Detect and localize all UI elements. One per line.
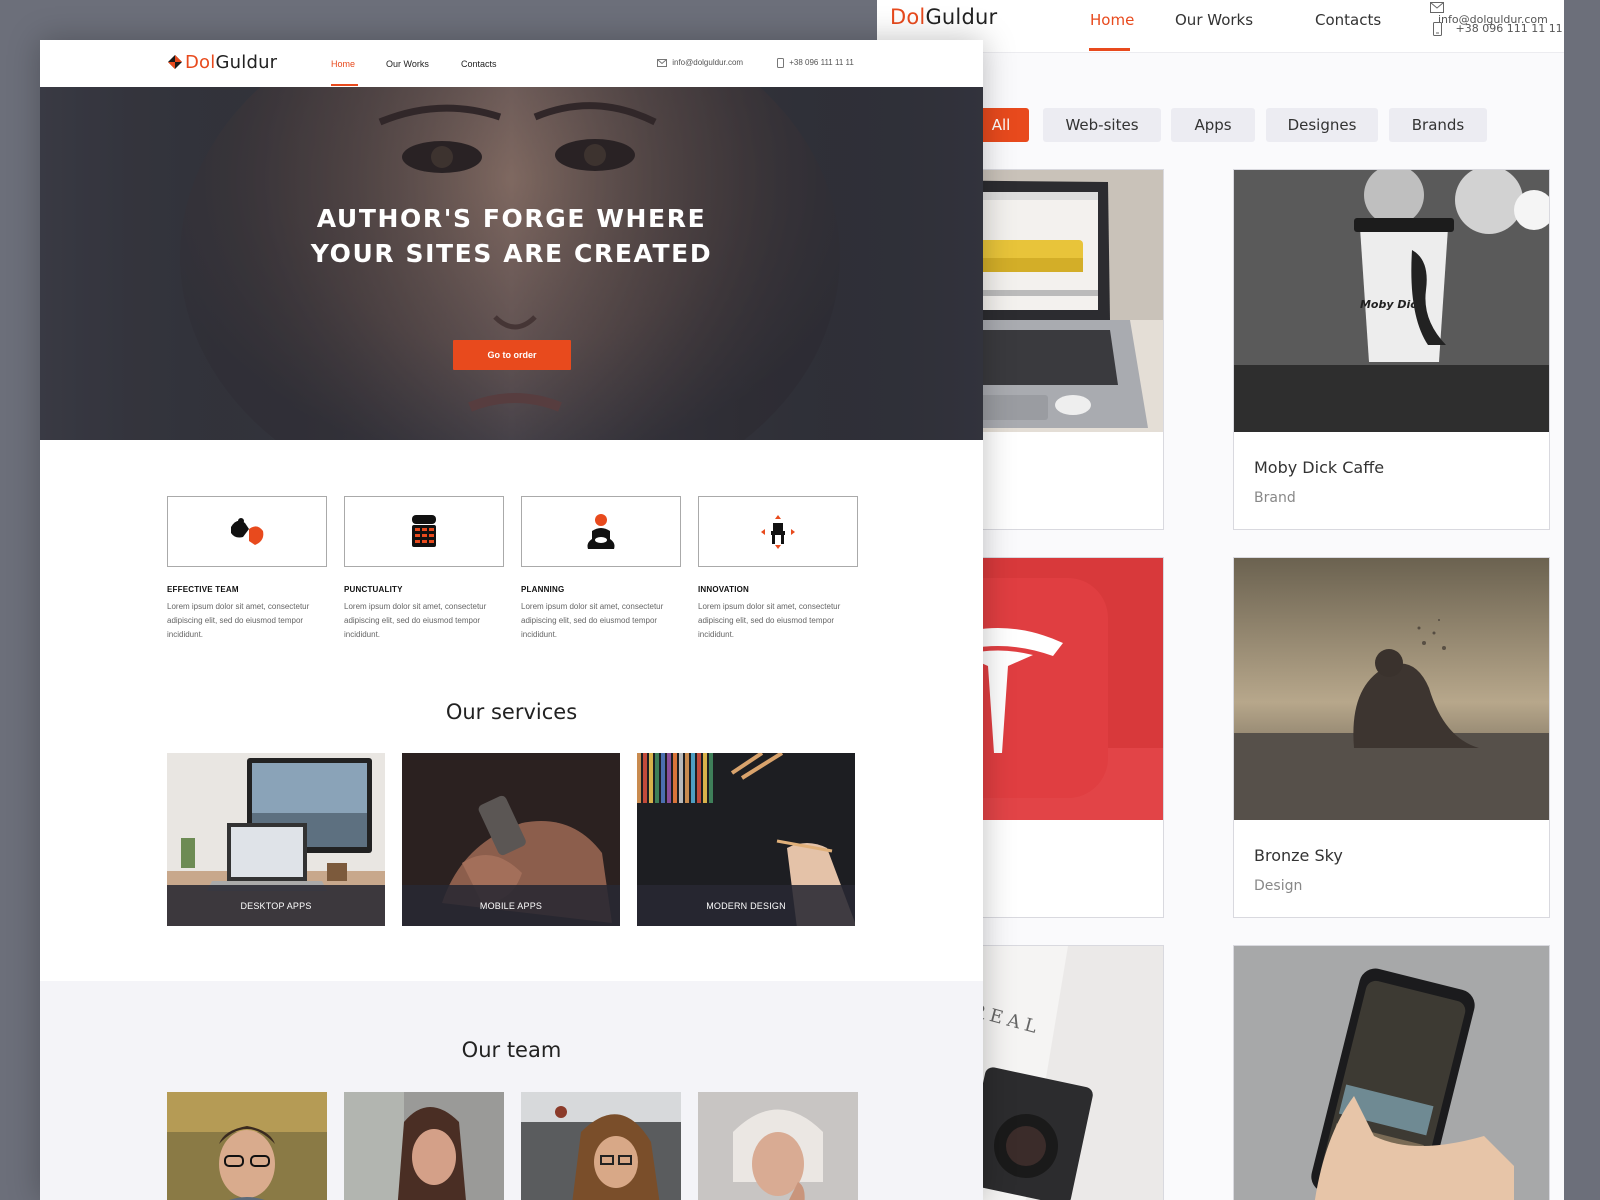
work-card[interactable] — [1233, 945, 1550, 1200]
bronze-sky-image — [1234, 558, 1549, 820]
filter-designes[interactable]: Designes — [1266, 108, 1378, 142]
filter-apps[interactable]: Apps — [1171, 108, 1255, 142]
feature-description: Lorem ipsum dolor sit amet, consectetur … — [521, 602, 664, 639]
go-to-order-button[interactable]: Go to order — [453, 340, 571, 370]
mail-icon — [657, 58, 667, 67]
feature-title: INNOVATION — [698, 585, 750, 594]
feature-card — [698, 496, 858, 567]
nav-our-works[interactable]: Our Works — [1175, 11, 1253, 29]
diamond-logo-icon — [168, 54, 182, 69]
team-member-photo[interactable] — [521, 1092, 681, 1200]
feature-card — [344, 496, 504, 567]
home-logo[interactable]: DolGuldur — [168, 52, 277, 73]
feature-card — [521, 496, 681, 567]
work-card[interactable]: Bronze Sky Design — [1233, 557, 1550, 918]
team-member-photo[interactable] — [698, 1092, 858, 1200]
phone-icon — [1433, 22, 1442, 36]
service-label: MOBILE APPS — [402, 885, 620, 926]
service-card[interactable]: MODERN DESIGN — [637, 753, 855, 926]
feature-title: EFFECTIVE TEAM — [167, 585, 239, 594]
hero-section: AUTHOR'S FORGE WHERE YOUR SITES ARE CREA… — [40, 87, 983, 440]
person-planning-icon — [587, 513, 615, 549]
feature-card — [167, 496, 327, 567]
phone-contact[interactable]: +38 096 111 11 11 — [777, 58, 854, 68]
mail-icon — [1430, 1, 1444, 13]
team-member-photo[interactable] — [167, 1092, 327, 1200]
feature-description: Lorem ipsum dolor sit amet, consectetur … — [344, 602, 487, 639]
works-logo[interactable]: DolGuldur — [890, 5, 997, 29]
nav-contacts[interactable]: Contacts — [461, 59, 497, 69]
nav-active-indicator — [1089, 48, 1130, 51]
innovation-icon — [761, 514, 795, 549]
feature-description: Lorem ipsum dolor sit amet, consectetur … — [698, 602, 841, 639]
nav-our-works[interactable]: Our Works — [386, 59, 429, 69]
filter-brands[interactable]: Brands — [1389, 108, 1487, 142]
hero-title-line1: AUTHOR'S FORGE WHERE — [316, 204, 707, 233]
service-card[interactable]: MOBILE APPS — [402, 753, 620, 926]
clock-tower-icon — [412, 514, 436, 547]
feature-title: PUNCTUALITY — [344, 585, 403, 594]
email-contact[interactable]: info@dolguldur.com — [657, 58, 743, 67]
team-member-photo[interactable] — [344, 1092, 504, 1200]
work-card[interactable]: Moby Dick Moby Dick Caffe Brand — [1233, 169, 1550, 530]
home-header: DolGuldur Home Our Works Contacts info@d… — [40, 40, 983, 87]
nav-home[interactable]: Home — [331, 59, 355, 69]
work-title: Bronze Sky — [1254, 846, 1343, 865]
work-category: Brand — [1254, 490, 1296, 506]
coffee-cup-image: Moby Dick — [1234, 170, 1549, 432]
cup-logo-text: Moby Dick — [1360, 298, 1425, 311]
feature-title: PLANNING — [521, 585, 565, 594]
service-card[interactable]: DESKTOP APPS — [167, 753, 385, 926]
filter-websites[interactable]: Web-sites — [1043, 108, 1161, 142]
service-label: DESKTOP APPS — [167, 885, 385, 926]
service-label: MODERN DESIGN — [637, 885, 855, 926]
phone-contact[interactable]: +38 096 111 11 11 — [1433, 22, 1563, 36]
handshake-icon — [231, 517, 264, 545]
work-title: Moby Dick Caffe — [1254, 458, 1385, 477]
work-category: Design — [1254, 878, 1303, 894]
hero-title-line2: YOUR SITES ARE CREATED — [310, 239, 713, 268]
nav-contacts[interactable]: Contacts — [1315, 11, 1381, 29]
services-title: Our services — [445, 700, 578, 724]
nav-home[interactable]: Home — [1090, 11, 1134, 29]
home-page: DolGuldur Home Our Works Contacts info@d… — [40, 40, 983, 1200]
nav-active-indicator — [331, 84, 358, 86]
phone-hand-image — [1234, 946, 1549, 1200]
feature-description: Lorem ipsum dolor sit amet, consectetur … — [167, 602, 310, 639]
team-title: Our team — [461, 1038, 562, 1062]
phone-icon — [777, 58, 784, 68]
